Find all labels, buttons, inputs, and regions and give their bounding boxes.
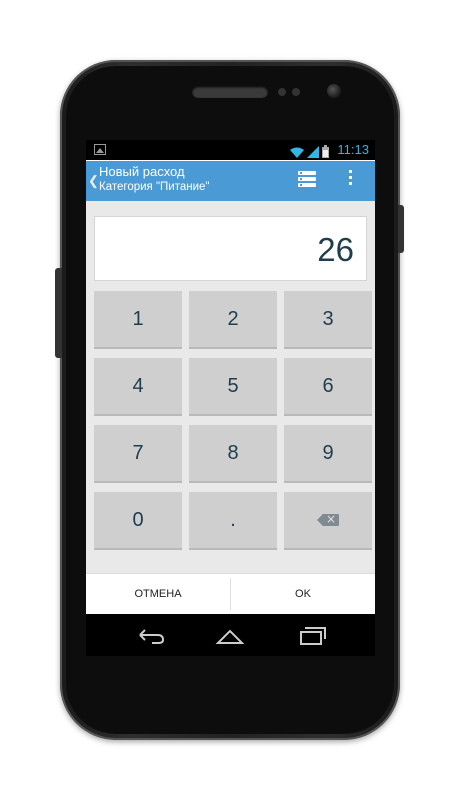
calculator-content: 26 1 2 3 4 5 6 7 8 9 0 . × [86,201,375,573]
gallery-icon [94,144,106,155]
screen: 11:13 ❮ Новый расход Категория "Питание"… [86,140,375,614]
key-5[interactable]: 5 [189,358,277,416]
dialog-button-bar: ОТМЕНА OK [86,573,375,614]
cancel-button[interactable]: ОТМЕНА [86,574,230,614]
navigation-bar [86,614,375,656]
key-4[interactable]: 4 [94,358,182,416]
recent-apps-icon[interactable] [292,623,332,647]
backspace-button[interactable]: × [284,492,372,550]
amount-display: 26 [94,216,367,281]
key-decimal[interactable]: . [189,492,277,550]
backspace-icon: × [317,512,339,526]
front-camera [327,84,341,98]
key-2[interactable]: 2 [189,291,277,349]
list-icon-line [298,177,316,181]
key-6[interactable]: 6 [284,358,372,416]
overflow-dot [349,182,352,185]
key-8[interactable]: 8 [189,425,277,483]
list-icon-line [298,183,316,187]
key-3[interactable]: 3 [284,291,372,349]
key-1[interactable]: 1 [94,291,182,349]
back-chevron-icon[interactable]: ❮ [88,173,99,189]
status-bar: 11:13 [86,140,375,160]
list-icon-line [298,171,316,175]
power-button [398,205,404,253]
back-icon[interactable] [130,623,170,647]
action-bar: ❮ Новый расход Категория "Питание" [86,161,375,201]
list-icon[interactable] [298,171,316,189]
action-bar-title: Новый расход [99,164,185,179]
signal-icon [307,146,319,158]
amount-value: 26 [317,231,354,268]
ok-button[interactable]: OK [231,574,375,614]
light-sensor [292,88,300,96]
home-icon[interactable] [210,623,250,647]
battery-icon [322,145,329,158]
backspace-icon-x: × [326,512,337,526]
key-7[interactable]: 7 [94,425,182,483]
overflow-dot [349,170,352,173]
overflow-dot [349,176,352,179]
earpiece-speaker [192,86,268,98]
status-icons [290,142,329,158]
volume-button [55,268,62,358]
wifi-icon [290,147,304,158]
overflow-menu-icon[interactable] [348,170,354,192]
key-0[interactable]: 0 [94,492,182,550]
action-bar-subtitle: Категория "Питание" [99,181,210,193]
status-time: 11:13 [337,142,369,157]
proximity-sensor [278,88,286,96]
key-9[interactable]: 9 [284,425,372,483]
